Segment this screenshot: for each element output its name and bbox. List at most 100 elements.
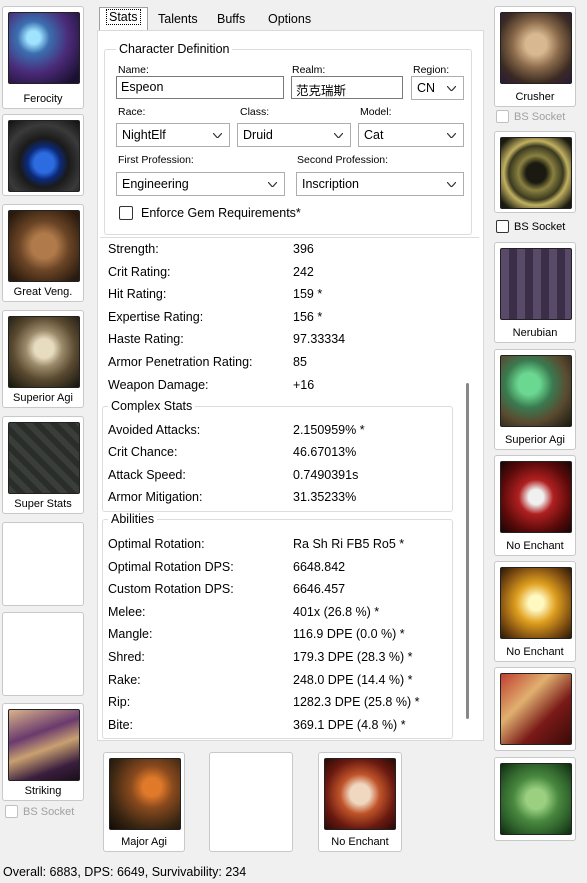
stat-name: Crit Chance:: [108, 445, 178, 460]
slot-main-hand[interactable]: Major Agi: [103, 752, 185, 852]
waist-icon: [500, 137, 572, 209]
tab-stats[interactable]: Stats: [99, 7, 148, 31]
slot-ring-1[interactable]: No Enchant: [494, 455, 576, 556]
back-icon: [8, 316, 80, 388]
slot-wrist[interactable]: Striking: [2, 703, 84, 801]
left-bs-socket-checkbox[interactable]: BS Socket: [5, 805, 74, 818]
tab-talents[interactable]: Talents: [152, 10, 204, 30]
stat-value: 85: [293, 355, 307, 369]
trinket1-icon: [500, 673, 572, 745]
slot-ring-2[interactable]: No Enchant: [494, 561, 576, 662]
slot-idol-label: No Enchant: [331, 836, 389, 848]
ring1-icon: [500, 461, 572, 533]
slot-feet[interactable]: Superior Agi: [494, 349, 576, 450]
chevron-down-icon: [447, 133, 456, 138]
second-profession-select[interactable]: Inscription: [296, 172, 464, 196]
right-bs-socket-1-checkbox[interactable]: BS Socket: [496, 110, 565, 123]
stats-scrollbar[interactable]: [466, 383, 469, 719]
region-value: CN: [417, 81, 436, 95]
checkbox-box: [119, 206, 133, 220]
slot-neck[interactable]: [2, 114, 84, 196]
checkbox-box: [5, 805, 18, 818]
wrist-icon: [8, 709, 80, 781]
slot-legs-label: Nerubian: [512, 327, 558, 339]
first-profession-select[interactable]: Engineering: [116, 172, 285, 196]
slot-wrist-label: Striking: [24, 785, 62, 797]
tab-options[interactable]: Options: [262, 10, 317, 30]
enforce-gem-requirements-label: Enforce Gem Requirements*: [141, 206, 301, 220]
neck-icon: [8, 120, 80, 192]
status-bar: Overall: 6883, DPS: 6649, Survivability:…: [3, 865, 247, 879]
realm-label: Realm:: [292, 64, 326, 76]
stat-name: Armor Penetration Rating:: [108, 355, 253, 369]
stat-value: 31.35233%: [293, 490, 357, 505]
tab-stats-label: Stats: [106, 9, 141, 25]
first-profession-value: Engineering: [122, 177, 189, 191]
name-label: Name:: [118, 64, 149, 76]
stat-value: 97.33334: [293, 332, 346, 347]
slot-hands[interactable]: Crusher: [494, 6, 576, 107]
race-select[interactable]: NightElf: [116, 123, 230, 147]
class-select[interactable]: Druid: [237, 123, 351, 147]
slot-shirt[interactable]: [2, 522, 84, 606]
slot-trinket-2[interactable]: [494, 757, 576, 841]
slot-shoulder[interactable]: Great Veng.: [2, 204, 84, 302]
slot-back[interactable]: Superior Agi: [2, 310, 84, 408]
stat-value: 179.3 DPE (28.3 %) *: [293, 650, 413, 664]
hands-icon: [500, 12, 572, 84]
model-select[interactable]: Cat: [358, 123, 464, 147]
slot-ring-2-label: No Enchant: [506, 646, 564, 658]
stat-value: Ra Sh Ri FB5 Ro5 *: [293, 537, 405, 551]
stat-value: 6646.457: [293, 582, 346, 597]
stat-name: Custom Rotation DPS:: [108, 582, 234, 597]
stat-name: Rake:: [108, 672, 141, 687]
region-label: Region:: [413, 64, 450, 76]
region-select[interactable]: CN: [411, 76, 464, 100]
slot-tabard[interactable]: [2, 612, 84, 696]
race-label: Race:: [118, 106, 146, 118]
trinket2-icon: [500, 763, 572, 835]
name-field[interactable]: Espeon: [116, 76, 284, 99]
weapon-icon: [109, 758, 181, 830]
stat-value: +16: [293, 377, 315, 392]
stat-name: Melee:: [108, 604, 146, 619]
checkbox-box: [496, 220, 509, 233]
stat-name: Expertise Rating:: [108, 309, 204, 324]
realm-field[interactable]: 范克瑞斯: [291, 76, 403, 99]
character-definition-title: Character Definition: [116, 42, 233, 56]
stat-value: 401x (26.8 %) *: [293, 604, 380, 619]
complex-stats-title: Complex Stats: [108, 399, 196, 413]
stat-name: Weapon Damage:: [108, 377, 209, 392]
stat-name: Rip:: [108, 695, 131, 710]
idol-icon: [324, 758, 396, 830]
stat-name: Avoided Attacks:: [108, 423, 201, 437]
slot-off-hand[interactable]: [209, 752, 293, 852]
enforce-gem-requirements-checkbox[interactable]: Enforce Gem Requirements*: [119, 206, 301, 220]
slot-waist[interactable]: [494, 131, 576, 213]
second-profession-label: Second Profession:: [297, 154, 389, 166]
right-bs-socket-2-checkbox[interactable]: BS Socket: [496, 220, 565, 233]
right-bs-socket-2-label: BS Socket: [514, 220, 566, 233]
stat-name: Optimal Rotation:: [108, 537, 205, 551]
chevron-down-icon: [213, 133, 222, 138]
slot-legs[interactable]: Nerubian: [494, 242, 576, 343]
slot-head[interactable]: Ferocity: [2, 6, 84, 109]
legs-icon: [500, 248, 572, 320]
slot-chest[interactable]: Super Stats: [2, 416, 84, 514]
slot-idol[interactable]: No Enchant: [318, 752, 402, 852]
stat-name: Attack Speed:: [108, 467, 186, 482]
ring2-icon: [500, 567, 572, 639]
stat-name: Mangle:: [108, 627, 153, 642]
tab-buffs[interactable]: Buffs: [211, 10, 251, 30]
first-profession-label: First Profession:: [118, 154, 194, 166]
slot-ring-1-label: No Enchant: [506, 540, 564, 552]
right-bs-socket-1-label: BS Socket: [514, 110, 566, 123]
chevron-down-icon: [268, 182, 277, 187]
slot-chest-label: Super Stats: [14, 498, 72, 510]
shoulder-icon: [8, 210, 80, 282]
class-value: Druid: [243, 128, 273, 142]
slot-trinket-1[interactable]: [494, 667, 576, 751]
checkbox-box: [496, 110, 509, 123]
stat-value: 2.150959% *: [293, 423, 365, 437]
feet-icon: [500, 355, 572, 427]
